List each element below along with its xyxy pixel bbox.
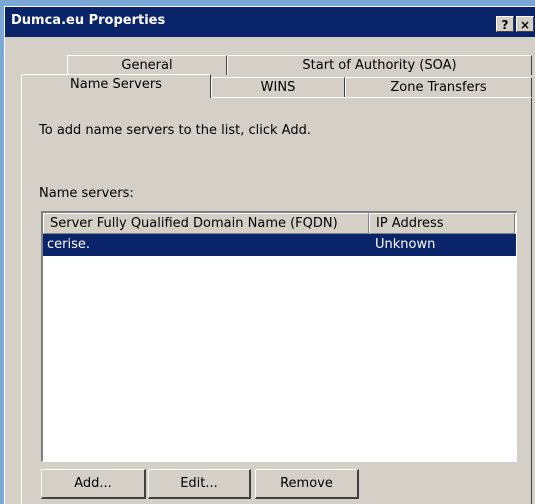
add-button[interactable]: Add...: [41, 469, 146, 499]
properties-dialog: Dumca.eu Properties ? × General Start of…: [4, 6, 535, 504]
tab-name-servers[interactable]: Name Servers: [21, 74, 211, 98]
name-servers-list[interactable]: Server Fully Qualified Domain Name (FQDN…: [41, 211, 517, 462]
tab-zone-transfers[interactable]: Zone Transfers: [345, 77, 532, 97]
tab-general[interactable]: General: [67, 55, 227, 75]
tab-start-of-authority[interactable]: Start of Authority (SOA): [227, 55, 532, 75]
column-header-fqdn[interactable]: Server Fully Qualified Domain Name (FQDN…: [43, 213, 369, 234]
list-row[interactable]: cerise. Unknown: [43, 234, 516, 256]
help-button[interactable]: ?: [496, 16, 514, 32]
row-ip-address: Unknown: [375, 237, 436, 252]
edit-button[interactable]: Edit...: [148, 469, 251, 499]
title-bar[interactable]: Dumca.eu Properties ? ×: [5, 7, 535, 37]
remove-button[interactable]: Remove: [255, 469, 359, 499]
column-header-ip-address[interactable]: IP Address: [369, 213, 515, 234]
tab-wins[interactable]: WINS: [211, 77, 345, 97]
name-servers-label: Name servers:: [39, 186, 134, 201]
close-button[interactable]: ×: [516, 16, 534, 32]
window-title: Dumca.eu Properties: [11, 13, 166, 28]
row-fqdn: cerise.: [47, 237, 91, 252]
instruction-text: To add name servers to the list, click A…: [39, 123, 311, 138]
